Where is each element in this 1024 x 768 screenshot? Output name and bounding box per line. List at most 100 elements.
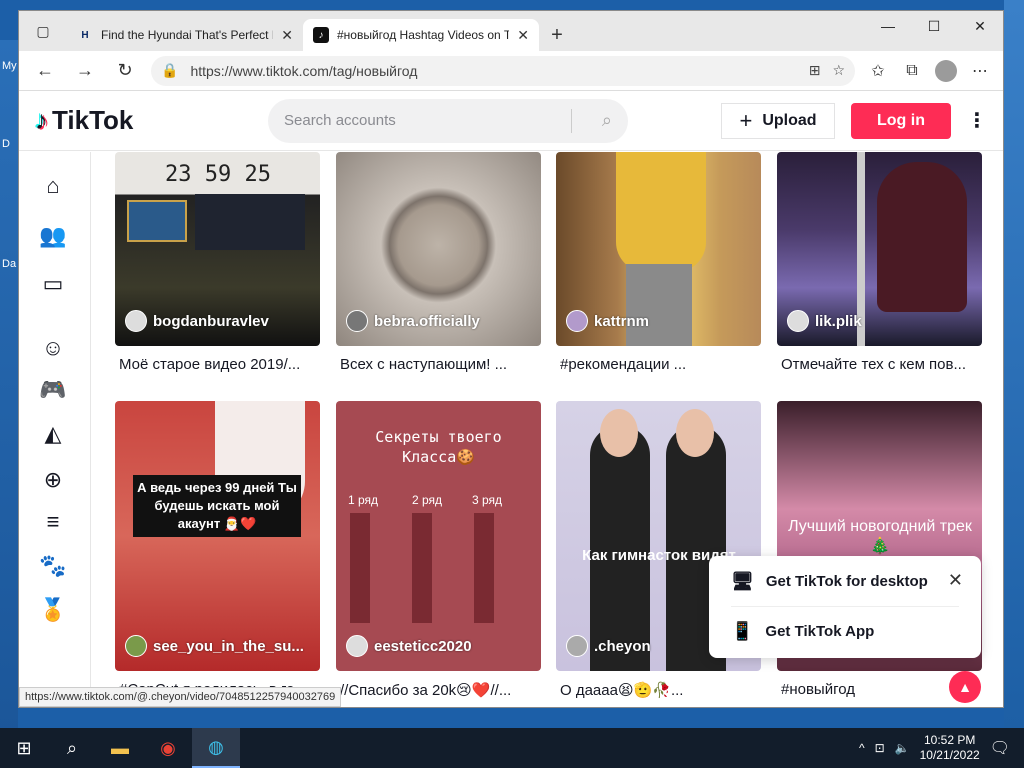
edge-icon[interactable]: ◍ [192,728,240,768]
address-toolbar: ← → ↻ 🔒 https://www.tiktok.com/tag/новый… [19,51,1003,91]
video-card[interactable]: lik.plik Отмечайте тех с кем пов... [777,152,982,373]
video-username[interactable]: bebra.officially [346,310,480,332]
video-username[interactable]: lik.plik [787,310,862,332]
address-bar[interactable]: 🔒 https://www.tiktok.com/tag/новыйгод ⊞ … [151,55,855,86]
video-username[interactable]: .cheyon [566,635,651,657]
status-bar-url: https://www.tiktok.com/@.cheyon/video/70… [19,687,342,707]
video-username[interactable]: eesteticc2020 [346,635,472,657]
gaming-icon[interactable]: 🎮 [39,376,67,404]
refresh-icon[interactable]: ↻ [105,55,145,87]
close-icon[interactable]: ✕ [948,570,963,591]
live-icon[interactable]: ▭ [39,270,67,298]
favorites-icon[interactable]: ✩ [861,55,895,87]
video-caption[interactable]: Моё старое видео 2019/... [115,356,320,373]
tab-tiktok[interactable]: ♪ #новыйгод Hashtag Videos on T ✕ [303,19,539,51]
video-caption[interactable]: Всех с наступающим! ... [336,356,541,373]
search-input[interactable]: Search accounts ⌕ [268,98,628,143]
tiktok-logo[interactable]: ♪ TikTok [35,105,265,136]
profile-avatar[interactable] [929,55,963,87]
tab-actions-icon[interactable]: ▢ [19,11,67,51]
video-thumbnail[interactable]: lik.plik [777,152,982,346]
sports-icon[interactable]: ⊕ [39,466,67,494]
grid-label: 3 ряд [472,493,503,507]
file-explorer-icon[interactable]: ▬ [96,728,144,768]
get-desktop-link[interactable]: 🖥 Get TikTok for desktop [731,556,959,606]
search-icon[interactable]: ⌕ [572,110,612,131]
close-tab-icon[interactable]: ✕ [517,27,529,44]
video-thumbnail[interactable]: 23 59 25 bogdanburavlev [115,152,320,346]
video-card[interactable]: bebra.officially Всех с наступающим! ... [336,152,541,373]
home-icon[interactable]: ⌂ [39,172,67,200]
forward-icon[interactable]: → [65,55,105,87]
chevron-up-icon[interactable]: ^ [859,741,865,755]
more-icon[interactable]: ⋯ [963,55,997,87]
back-icon[interactable]: ← [25,55,65,87]
video-thumbnail[interactable]: bebra.officially [336,152,541,346]
video-overlay-text: А ведь через 99 дней Ты будешь искать мо… [133,475,301,537]
volume-icon[interactable]: 🔈 [895,741,910,755]
close-window-icon[interactable]: ✕ [957,11,1003,41]
desktop-left-strip: My D Da [0,40,18,740]
tab-title: #новыйгод Hashtag Videos on T [337,28,510,42]
tiktok-header: ♪ TikTok Search accounts ⌕ + Upload Log … [19,91,1003,151]
clock[interactable]: 10:52 PM 10/21/2022 [920,733,980,763]
video-overlay-text: Секреты твоего Класса🍪 [375,428,502,466]
video-grid: 23 59 25 bogdanburavlev Моё старое видео… [91,152,1003,707]
close-tab-icon[interactable]: ✕ [281,27,293,44]
login-button[interactable]: Log in [851,102,951,139]
search-placeholder: Search accounts [284,108,572,133]
desktop-icon: 🖥 [731,570,754,591]
video-username[interactable]: see_you_in_the_su... [125,635,304,657]
video-caption[interactable]: Отмечайте тех с кем пов... [777,356,982,373]
browser-window: ▢ H Find the Hyundai That's Perfect F ✕ … [18,10,1004,708]
video-thumbnail[interactable]: kattrnm [556,152,761,346]
add-favorite-icon[interactable]: ☆ [832,62,845,79]
video-thumbnail[interactable]: А ведь через 99 дней Ты будешь искать мо… [115,401,320,671]
notification-icon[interactable]: 🗨 [990,738,1010,758]
get-app-popup: 🖥 Get TikTok for desktop 📱 Get TikTok Ap… [709,556,981,658]
more-options-icon[interactable]: ⋮ [967,108,987,133]
phone-icon: 📱 [731,621,754,641]
avatar [346,310,368,332]
video-card[interactable]: 23 59 25 bogdanburavlev Моё старое видео… [115,152,320,373]
chrome-icon[interactable]: ◉ [144,728,192,768]
video-overlay-text: Лучший новогодний трек 🎄 [788,518,972,555]
tiktok-favicon-icon: ♪ [313,27,329,43]
video-username[interactable]: kattrnm [566,310,649,332]
food-icon[interactable]: ◭ [39,420,67,448]
avatar [787,310,809,332]
comedy-icon[interactable]: ☺ [39,334,67,362]
new-tab-button[interactable]: + [539,19,575,51]
windows-start-icon[interactable]: ⊞ [0,728,48,768]
following-icon[interactable]: 👥 [39,222,67,250]
upload-button[interactable]: + Upload [721,102,835,139]
video-caption[interactable]: #рекомендации ... [556,356,761,373]
grid-label: 1 ряд [348,493,379,507]
collections-icon[interactable]: ⧉ [895,55,929,87]
beauty-icon[interactable]: ≡ [39,508,67,536]
animals-icon[interactable]: 🐾 [39,552,67,580]
search-icon[interactable]: ⌕ [48,728,96,768]
tab-hyundai[interactable]: H Find the Hyundai That's Perfect F ✕ [67,19,303,51]
video-caption[interactable]: О дaaaa😫🫡🥀... [556,681,761,699]
video-caption[interactable]: //Спасибо за 20k😢❤️//... [336,681,541,699]
sports-medal-icon[interactable]: 🏅 [39,596,67,624]
clock-overlay: 23 59 25 [165,162,271,187]
apps-icon[interactable]: ⊞ [809,62,821,79]
avatar [125,310,147,332]
maximize-icon[interactable]: ☐ [911,11,957,41]
get-app-link[interactable]: 📱 Get TikTok App [731,606,959,656]
desktop-label: My [2,60,17,72]
sidebar: ⌂ 👥 ▭ ☺ 🎮 ◭ ⊕ ≡ 🐾 🏅 [19,152,91,707]
video-username[interactable]: bogdanburavlev [125,310,269,332]
back-to-top-button[interactable]: ▲ [949,671,981,703]
video-thumbnail[interactable]: Секреты твоего Класса🍪 1 ряд 2 ряд 3 ряд… [336,401,541,671]
logo-text: TikTok [52,105,134,135]
minimize-icon[interactable]: — [865,11,911,41]
video-card[interactable]: Секреты твоего Класса🍪 1 ряд 2 ряд 3 ряд… [336,401,541,699]
video-card[interactable]: А ведь через 99 дней Ты будешь искать мо… [115,401,320,698]
grid-label: 2 ряд [412,493,443,507]
network-icon[interactable]: ⊡ [875,741,885,755]
video-card[interactable]: kattrnm #рекомендации ... [556,152,761,373]
tab-bar: ▢ H Find the Hyundai That's Perfect F ✕ … [19,11,1003,51]
